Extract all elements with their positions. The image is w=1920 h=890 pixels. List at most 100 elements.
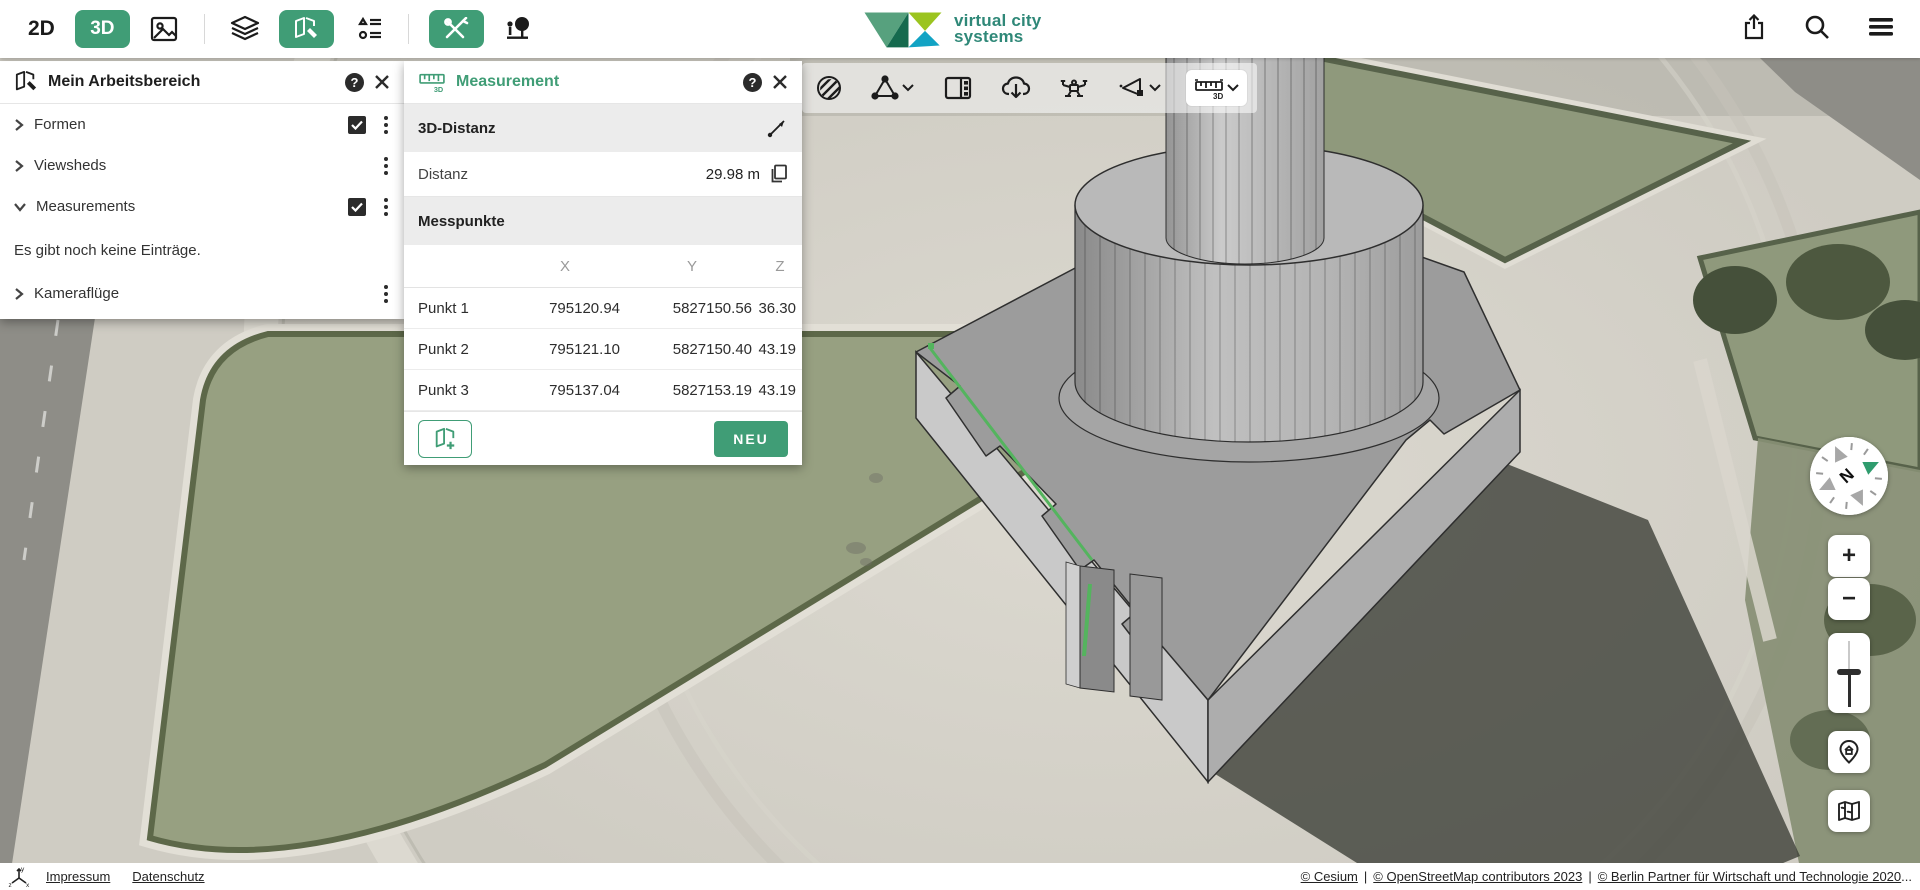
- table-row[interactable]: Punkt 2 795121.10 5827150.40 43.19: [404, 329, 802, 370]
- table-row[interactable]: Punkt 1 795120.94 5827150.56 36.30: [404, 288, 802, 329]
- tilt-track: [1848, 675, 1851, 707]
- kebab-menu-icon[interactable]: [380, 194, 392, 220]
- attribution-separator: |: [1363, 869, 1368, 884]
- tree-item-formen[interactable]: Formen: [0, 104, 404, 145]
- menu-button[interactable]: [1868, 16, 1894, 43]
- legend-icon: [357, 16, 381, 40]
- home-view-button[interactable]: [1828, 731, 1870, 773]
- tree-item-viewsheds[interactable]: Viewsheds: [0, 145, 404, 186]
- shadow-icon: [817, 76, 842, 101]
- cesium-attribution-link[interactable]: © Cesium: [1301, 869, 1358, 884]
- chevron-right-icon[interactable]: [14, 118, 24, 131]
- svg-text:3D: 3D: [434, 85, 443, 93]
- drone-icon: [1061, 79, 1088, 97]
- close-icon[interactable]: [772, 74, 788, 90]
- chevron-right-icon[interactable]: [14, 159, 24, 172]
- tilt-slider[interactable]: [1828, 633, 1870, 713]
- distance-section-header: 3D-Distanz: [404, 104, 802, 152]
- point-z: 43.19: [758, 340, 796, 358]
- tree-item-measurements[interactable]: Measurements: [0, 186, 404, 227]
- col-header-y: Y: [686, 257, 697, 275]
- axes-indicator: y x z: [8, 866, 31, 888]
- mode-3d-button[interactable]: 3D: [74, 10, 130, 48]
- col-header-x: X: [559, 257, 570, 275]
- tilt-slider-handle[interactable]: [1837, 669, 1861, 675]
- close-icon[interactable]: [374, 74, 390, 90]
- chevron-down-icon[interactable]: [14, 202, 26, 212]
- workspace-button[interactable]: [278, 10, 334, 48]
- measurement-tool-button[interactable]: 3D: [1185, 70, 1247, 106]
- svg-text:z: z: [9, 882, 12, 888]
- checkbox-checked[interactable]: [348, 115, 366, 134]
- flight-tool-button[interactable]: [1114, 71, 1165, 105]
- table-header-row: X Y Z: [404, 245, 802, 288]
- legend-button[interactable]: [348, 10, 388, 48]
- ruler-3d-icon: 3D: [1194, 79, 1223, 100]
- export-tool-button[interactable]: [997, 71, 1035, 105]
- person-balloon-icon: [506, 17, 529, 39]
- poi-viewer-button[interactable]: [498, 10, 538, 48]
- tools-icon: [444, 17, 469, 39]
- chevron-down-icon: [1227, 84, 1239, 92]
- new-measurement-button[interactable]: NEU: [714, 420, 788, 457]
- mode-2d-button[interactable]: 2D: [22, 13, 61, 45]
- distance-label: Distanz: [418, 165, 469, 183]
- help-icon[interactable]: ?: [345, 72, 364, 92]
- copy-icon[interactable]: [770, 164, 788, 184]
- measure-type-icon[interactable]: [766, 117, 788, 139]
- impressum-link[interactable]: Impressum: [46, 869, 110, 884]
- help-icon[interactable]: ?: [743, 72, 762, 92]
- map-attribution: © Cesium | © OpenStreetMap contributors …: [1301, 869, 1912, 884]
- datenschutz-link[interactable]: Datenschutz: [132, 869, 204, 884]
- distance-value: 29.98 m: [705, 165, 760, 183]
- checkbox-checked[interactable]: [348, 197, 366, 216]
- point-z: 36.30: [758, 299, 796, 317]
- tree-item-label: Viewsheds: [34, 157, 107, 174]
- kebab-menu-icon[interactable]: [380, 112, 392, 138]
- points-section-title: Messpunkte: [418, 212, 505, 230]
- toolbar-divider: [203, 14, 205, 44]
- split-screen-icon: [944, 76, 971, 100]
- zoom-in-button[interactable]: +: [1828, 535, 1870, 577]
- point-y: 5827153.19: [672, 381, 752, 399]
- cloud-download-icon: [1001, 76, 1031, 99]
- search-button[interactable]: [1804, 14, 1830, 45]
- image-icon: [150, 16, 177, 42]
- oblique-image-button[interactable]: [144, 10, 184, 48]
- table-row[interactable]: Punkt 3 795137.04 5827153.19 43.19: [404, 370, 802, 411]
- point-x: 795120.94: [549, 299, 620, 317]
- layers-icon: [230, 15, 259, 41]
- add-to-workspace-button[interactable]: [418, 419, 472, 458]
- layers-button[interactable]: [225, 10, 265, 48]
- footer-bar: y x z Impressum Datenschutz © Cesium | ©…: [0, 863, 1920, 890]
- measure-points-table: X Y Z Punkt 1 795120.94 5827150.56 36.30…: [404, 245, 802, 411]
- kebab-menu-icon[interactable]: [380, 153, 392, 179]
- chevron-right-icon[interactable]: [14, 287, 24, 300]
- toolbar-divider: [407, 14, 409, 44]
- logo-mark: [864, 12, 942, 48]
- terrain-tool-button[interactable]: [867, 71, 918, 105]
- osm-attribution-link[interactable]: © OpenStreetMap contributors 2023: [1373, 869, 1582, 884]
- share-icon: [1744, 13, 1764, 39]
- berlin-attribution-link[interactable]: © Berlin Partner für Wirtschaft und Tech…: [1598, 869, 1901, 884]
- attribution-more: ...: [1901, 869, 1912, 884]
- hamburger-menu-icon: [1869, 17, 1893, 36]
- app-logo: virtual city systems: [862, 7, 1041, 51]
- shadow-tool-button[interactable]: [812, 71, 846, 105]
- overview-map-button[interactable]: [1828, 790, 1870, 832]
- tools-button[interactable]: [428, 10, 484, 48]
- logo-text-line2: systems: [954, 27, 1024, 46]
- share-button[interactable]: [1742, 13, 1766, 45]
- point-z: 43.19: [758, 381, 796, 399]
- compass[interactable]: N: [1810, 437, 1888, 515]
- drone-tool-button[interactable]: [1056, 71, 1092, 105]
- svg-text:y: y: [21, 866, 25, 873]
- svg-text:3D: 3D: [1213, 92, 1223, 100]
- map-toolbar: 3D: [802, 63, 1257, 113]
- tree-item-label: Formen: [34, 116, 86, 133]
- map-plus-icon: [435, 427, 455, 449]
- split-screen-button[interactable]: [940, 72, 976, 104]
- kebab-menu-icon[interactable]: [380, 281, 392, 307]
- zoom-out-button[interactable]: −: [1828, 578, 1870, 620]
- tree-item-kamerafluege[interactable]: Kameraflüge: [0, 273, 404, 314]
